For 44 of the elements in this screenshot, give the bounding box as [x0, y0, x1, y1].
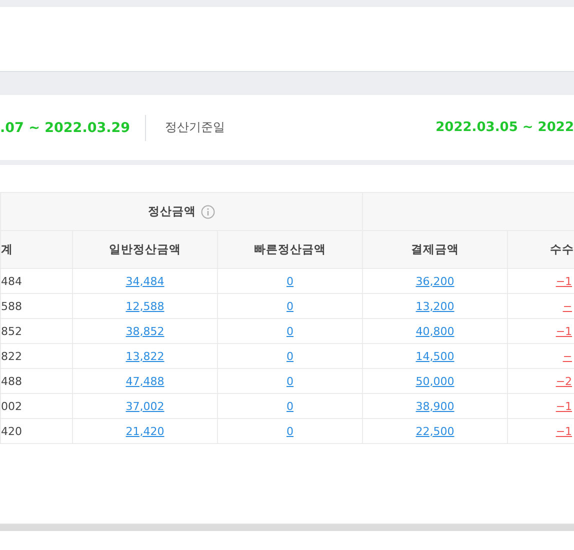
fee-link[interactable]: −2 [556, 374, 572, 388]
table-cell: 420 [2, 424, 22, 438]
amount-link[interactable]: 12,588 [126, 300, 164, 312]
column-header: 수수 [508, 230, 574, 268]
amount-link[interactable]: 36,200 [416, 274, 454, 288]
amount-link[interactable]: 0 [286, 374, 294, 388]
amount-link[interactable]: 47,488 [126, 374, 164, 388]
amount-link[interactable]: 0 [286, 300, 294, 312]
amount-link[interactable]: 0 [286, 274, 294, 288]
amount-link[interactable]: 21,420 [126, 424, 164, 438]
fee-link[interactable]: − [562, 350, 572, 362]
fee-link[interactable]: −1 [556, 324, 572, 338]
amount-link[interactable]: 14,500 [416, 350, 454, 362]
amount-link[interactable]: 13,200 [416, 300, 454, 312]
table-cell: 002 [2, 400, 22, 412]
fee-link[interactable]: − [562, 300, 572, 312]
table-cell: 822 [2, 350, 22, 362]
fee-link[interactable]: −1 [556, 274, 572, 288]
column-header: 빠른정산금액 [218, 230, 363, 268]
fee-link[interactable]: −1 [556, 424, 572, 438]
table-cell: 484 [2, 274, 22, 288]
amount-link[interactable]: 38,900 [416, 400, 454, 412]
amount-link[interactable]: 0 [286, 400, 294, 412]
amount-link[interactable]: 13,822 [126, 350, 164, 362]
table-cell: 488 [2, 374, 22, 388]
amount-link[interactable]: 40,800 [416, 324, 454, 338]
amount-link[interactable]: 38,852 [126, 324, 164, 338]
scrollbar[interactable] [0, 523, 574, 531]
column-header: 결제금액 [362, 230, 508, 268]
amount-link[interactable]: 34,484 [126, 274, 164, 288]
amount-link[interactable]: 37,002 [126, 400, 164, 412]
date-range: 2022.03.05 ~ 2022 [436, 120, 574, 135]
amount-link[interactable]: 0 [286, 424, 294, 438]
amount-link[interactable]: 50,000 [416, 374, 454, 388]
settlement-date-label: 정산기준일 [165, 119, 225, 136]
amount-link[interactable]: 0 [286, 324, 294, 338]
table-cell: 588 [2, 300, 22, 312]
amount-link[interactable]: 22,500 [416, 424, 454, 438]
group-header: 정산금액 [148, 204, 196, 219]
fee-link[interactable]: −1 [556, 400, 572, 412]
column-header: 일반정산금액 [72, 230, 218, 268]
amount-link[interactable]: 0 [286, 350, 294, 362]
table-cell: 852 [2, 324, 22, 338]
info-icon[interactable] [201, 204, 216, 218]
